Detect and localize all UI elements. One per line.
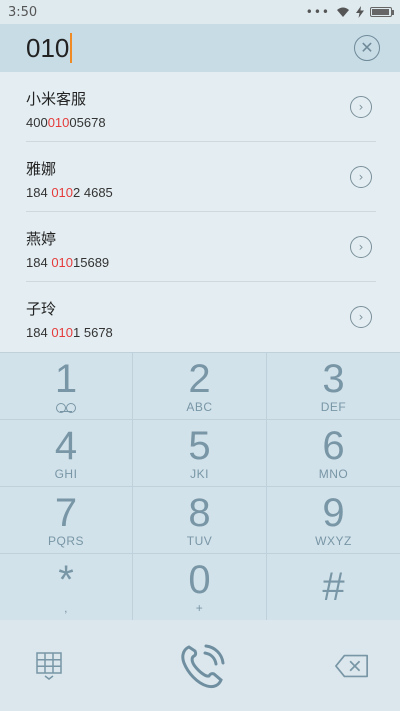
wifi-icon	[337, 7, 349, 17]
contact-row[interactable]: 燕婷 184 01015689 ›	[0, 212, 400, 282]
contact-row[interactable]: 子玲 184 0101 5678 ›	[0, 282, 400, 352]
text-caret	[70, 33, 73, 63]
key-8[interactable]: 8 TUV	[133, 487, 267, 554]
key-9[interactable]: 9 WXYZ	[267, 487, 400, 554]
key-digit: 9	[322, 490, 345, 535]
voicemail-icon	[54, 403, 78, 413]
contact-phone: 184 0102 4685	[26, 185, 113, 200]
key-digit: *	[58, 557, 74, 602]
key-letters: MNO	[318, 466, 349, 481]
notification-dots-icon: •••	[305, 5, 330, 19]
dial-input[interactable]: 010 ✕	[0, 24, 400, 72]
key-hash[interactable]: #	[267, 554, 400, 621]
backspace-icon	[335, 654, 369, 677]
hide-keypad-button[interactable]	[34, 651, 64, 681]
key-2[interactable]: 2 ABC	[133, 353, 267, 420]
key-3[interactable]: 3 DEF	[267, 353, 400, 420]
contact-phone: 184 0101 5678	[26, 325, 113, 340]
phone-call-icon	[181, 644, 225, 688]
key-1[interactable]: 1	[0, 353, 133, 420]
key-letters: JKI	[190, 466, 209, 481]
key-7[interactable]: 7 PQRS	[0, 487, 133, 554]
key-digit: 2	[188, 356, 211, 401]
key-digit: 6	[322, 423, 345, 468]
key-digit: 8	[188, 490, 211, 535]
contact-row[interactable]: 小米客服 40001005678 ›	[0, 72, 400, 142]
key-letters: +	[195, 600, 204, 615]
key-digit: 4	[54, 423, 78, 468]
contact-detail-button[interactable]: ›	[350, 306, 372, 328]
dialer-action-bar	[0, 620, 400, 711]
status-time: 3:50	[8, 4, 38, 20]
contact-phone: 184 01015689	[26, 255, 110, 270]
chevron-right-icon: ›	[358, 240, 364, 254]
key-digit: 7	[54, 490, 78, 535]
status-icons: •••	[305, 5, 394, 19]
backspace-button[interactable]	[334, 653, 370, 679]
contact-detail-button[interactable]: ›	[350, 236, 372, 258]
key-6[interactable]: 6 MNO	[267, 420, 400, 487]
status-bar: 3:50 •••	[0, 0, 400, 24]
key-digit: 0	[188, 557, 211, 602]
key-letters: PQRS	[47, 533, 84, 548]
key-5[interactable]: 5 JKI	[133, 420, 267, 487]
key-letters: TUV	[186, 533, 213, 548]
key-star[interactable]: * ,	[0, 554, 133, 621]
key-digit: 5	[188, 423, 211, 468]
key-letters: ABC	[186, 399, 213, 414]
call-button[interactable]	[175, 639, 229, 693]
charging-icon	[356, 6, 364, 18]
key-letters: WXYZ	[315, 533, 352, 548]
dialed-number-text: 010	[26, 32, 70, 63]
key-letters: GHI	[54, 466, 78, 481]
key-4[interactable]: 4 GHI	[0, 420, 133, 487]
contact-name: 雅娜	[26, 160, 57, 178]
dialed-number: 010	[26, 32, 73, 64]
key-0[interactable]: 0 +	[133, 554, 267, 621]
clear-input-button[interactable]: ✕	[354, 35, 380, 61]
key-digit: 1	[54, 357, 78, 401]
contact-suggestions: 小米客服 40001005678 › 雅娜 184 0102 4685 › 燕婷…	[0, 72, 400, 352]
contact-detail-button[interactable]: ›	[350, 96, 372, 118]
contact-name: 燕婷	[26, 230, 57, 248]
key-digit: #	[322, 565, 345, 609]
contact-phone: 40001005678	[26, 115, 106, 130]
dial-keypad: 1 2 ABC 3 DEF 4 GHI 5 JKI 6 MNO 7 PQRS 8…	[0, 352, 400, 621]
close-icon: ✕	[360, 38, 374, 57]
contact-detail-button[interactable]: ›	[350, 166, 372, 188]
chevron-right-icon: ›	[358, 310, 364, 324]
key-letters: ,	[64, 600, 68, 615]
contact-name: 子玲	[26, 300, 57, 318]
chevron-right-icon: ›	[358, 100, 364, 114]
chevron-right-icon: ›	[358, 170, 364, 184]
key-letters: DEF	[320, 399, 347, 414]
keypad-grid-icon	[36, 651, 62, 680]
contact-row[interactable]: 雅娜 184 0102 4685 ›	[0, 142, 400, 212]
battery-icon	[370, 7, 394, 17]
contact-name: 小米客服	[26, 90, 87, 108]
key-digit: 3	[322, 356, 345, 401]
